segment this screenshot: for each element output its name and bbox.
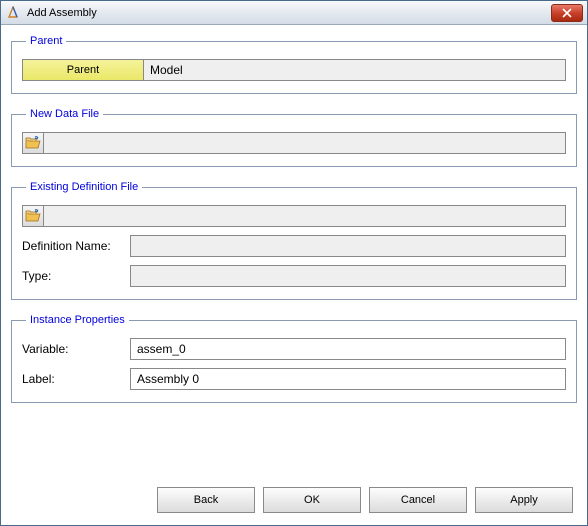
cancel-button[interactable]: Cancel [369, 487, 467, 513]
dialog-buttons: Back OK Cancel Apply [15, 487, 573, 513]
close-icon [562, 8, 572, 18]
titlebar: Add Assembly [1, 1, 587, 25]
new-data-file-group: New Data File [11, 108, 577, 167]
definition-name-value [130, 235, 566, 257]
add-assembly-dialog: Add Assembly Parent Parent Model New Dat… [0, 0, 588, 526]
existing-file-path [44, 205, 566, 227]
folder-open-icon [25, 208, 41, 224]
type-label: Type: [22, 269, 130, 283]
new-file-browse-button[interactable] [22, 132, 44, 154]
app-icon [5, 5, 21, 21]
close-button[interactable] [551, 4, 583, 22]
parent-group: Parent Parent Model [11, 35, 577, 94]
new-file-path [44, 132, 566, 154]
label-input[interactable] [130, 368, 566, 390]
type-value [130, 265, 566, 287]
parent-legend: Parent [26, 35, 66, 47]
existing-file-browse-button[interactable] [22, 205, 44, 227]
existing-definition-legend: Existing Definition File [26, 181, 142, 193]
ok-button[interactable]: OK [263, 487, 361, 513]
folder-open-icon [25, 135, 41, 151]
variable-label: Variable: [22, 342, 130, 356]
existing-definition-group: Existing Definition File Definition Name… [11, 181, 577, 300]
dialog-content: Parent Parent Model New Data File [1, 25, 587, 403]
window-title: Add Assembly [27, 7, 97, 19]
instance-properties-legend: Instance Properties [26, 314, 129, 326]
apply-button[interactable]: Apply [475, 487, 573, 513]
parent-value: Model [144, 59, 566, 81]
label-label: Label: [22, 372, 130, 386]
parent-picker-button[interactable]: Parent [22, 59, 144, 81]
definition-name-label: Definition Name: [22, 239, 130, 253]
new-data-file-legend: New Data File [26, 108, 103, 120]
back-button[interactable]: Back [157, 487, 255, 513]
instance-properties-group: Instance Properties Variable: Label: [11, 314, 577, 403]
variable-input[interactable] [130, 338, 566, 360]
